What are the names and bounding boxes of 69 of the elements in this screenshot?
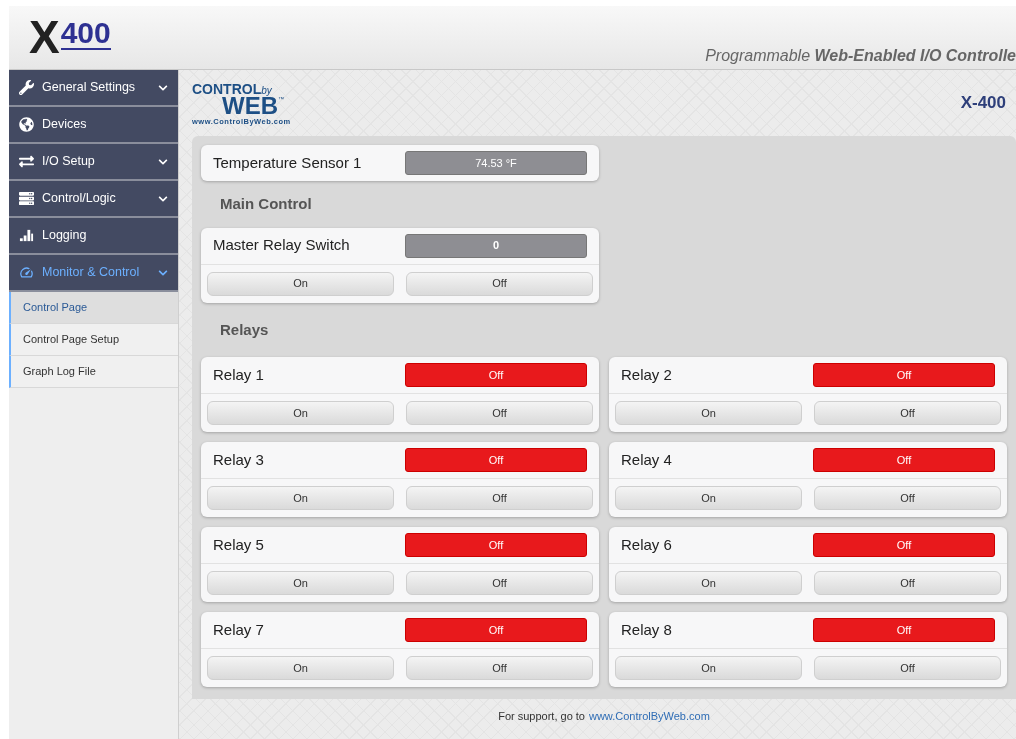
control-label: Relay 5 — [213, 534, 265, 555]
sidebar-label: Devices — [42, 116, 88, 134]
status-display: Off — [813, 448, 995, 472]
sidebar-item[interactable]: Control/Logic — [9, 181, 178, 218]
chevron-icon — [158, 267, 168, 278]
section-heading: Relays — [219, 319, 270, 340]
support-link[interactable]: www.ControlByWeb.com — [589, 707, 710, 725]
submenu-item[interactable]: Control Page — [9, 292, 178, 324]
arrows-icon — [19, 154, 34, 169]
submenu-item[interactable]: Graph Log File — [9, 356, 178, 388]
gauge-icon — [19, 265, 34, 280]
off-button[interactable]: Off — [406, 486, 593, 510]
off-button[interactable]: Off — [814, 486, 1001, 510]
control-label: Relay 6 — [621, 534, 673, 555]
sidebar-label: I/O Setup — [42, 153, 96, 171]
off-button[interactable]: Off — [814, 571, 1001, 595]
off-button[interactable]: Off — [406, 571, 593, 595]
sidebar-item[interactable]: Monitor & Control — [9, 255, 178, 292]
status-display: Off — [813, 533, 995, 557]
footer-text: For support, go to — [498, 708, 585, 724]
wrench-icon — [19, 80, 34, 95]
off-button[interactable]: Off — [406, 401, 593, 425]
control-label: Relay 4 — [621, 449, 673, 470]
sidebar-label: General Settings — [42, 79, 137, 97]
on-button[interactable]: On — [207, 401, 394, 425]
status-display: Off — [405, 533, 587, 557]
sidebar-item[interactable]: Logging — [9, 218, 178, 255]
control-label: Relay 8 — [621, 619, 673, 640]
status-display: Off — [813, 363, 995, 387]
on-button[interactable]: On — [615, 656, 802, 680]
sidebar-item[interactable]: I/O Setup — [9, 144, 178, 181]
on-button[interactable]: On — [207, 571, 394, 595]
control-label: Relay 3 — [213, 449, 265, 470]
server-icon — [19, 191, 34, 206]
control-label: Relay 2 — [621, 364, 673, 385]
status-display: 0 — [405, 233, 587, 258]
device-name: X-400 — [960, 92, 1006, 114]
status-display: Off — [405, 618, 587, 642]
chevron-icon — [158, 156, 168, 167]
sidebar-label: Monitor & Control — [42, 264, 141, 282]
chevron-icon — [158, 82, 168, 93]
bar-chart-icon — [19, 228, 34, 243]
off-button[interactable]: Off — [406, 271, 593, 296]
on-button[interactable]: On — [207, 656, 394, 680]
off-button[interactable]: Off — [406, 656, 593, 680]
control-label: Relay 1 — [213, 364, 265, 385]
sidebar-item[interactable]: General Settings — [9, 70, 178, 107]
on-button[interactable]: On — [207, 486, 394, 510]
chevron-icon — [158, 193, 168, 204]
on-button[interactable]: On — [615, 401, 802, 425]
status-display: 74.53 °F — [405, 151, 587, 175]
sidebar-label: Logging — [42, 227, 88, 245]
control-label: Master Relay Switch — [213, 235, 351, 256]
off-button[interactable]: Off — [814, 656, 1001, 680]
sidebar-label: Control/Logic — [42, 190, 117, 208]
control-label: Relay 7 — [213, 619, 265, 640]
on-button[interactable]: On — [615, 571, 802, 595]
control-label: Temperature Sensor 1 — [213, 152, 363, 173]
submenu-item[interactable]: Control Page Setup — [9, 324, 178, 356]
on-button[interactable]: On — [207, 271, 394, 296]
on-button[interactable]: On — [615, 486, 802, 510]
off-button[interactable]: Off — [814, 401, 1001, 425]
status-display: Off — [405, 448, 587, 472]
sidebar-item[interactable]: Devices — [9, 107, 178, 144]
section-heading: Main Control — [219, 194, 313, 214]
status-display: Off — [405, 363, 587, 387]
globe-icon — [19, 117, 34, 132]
tagline: Programmable Web-Enabled I/O Controlle — [705, 46, 1016, 66]
status-display: Off — [813, 618, 995, 642]
